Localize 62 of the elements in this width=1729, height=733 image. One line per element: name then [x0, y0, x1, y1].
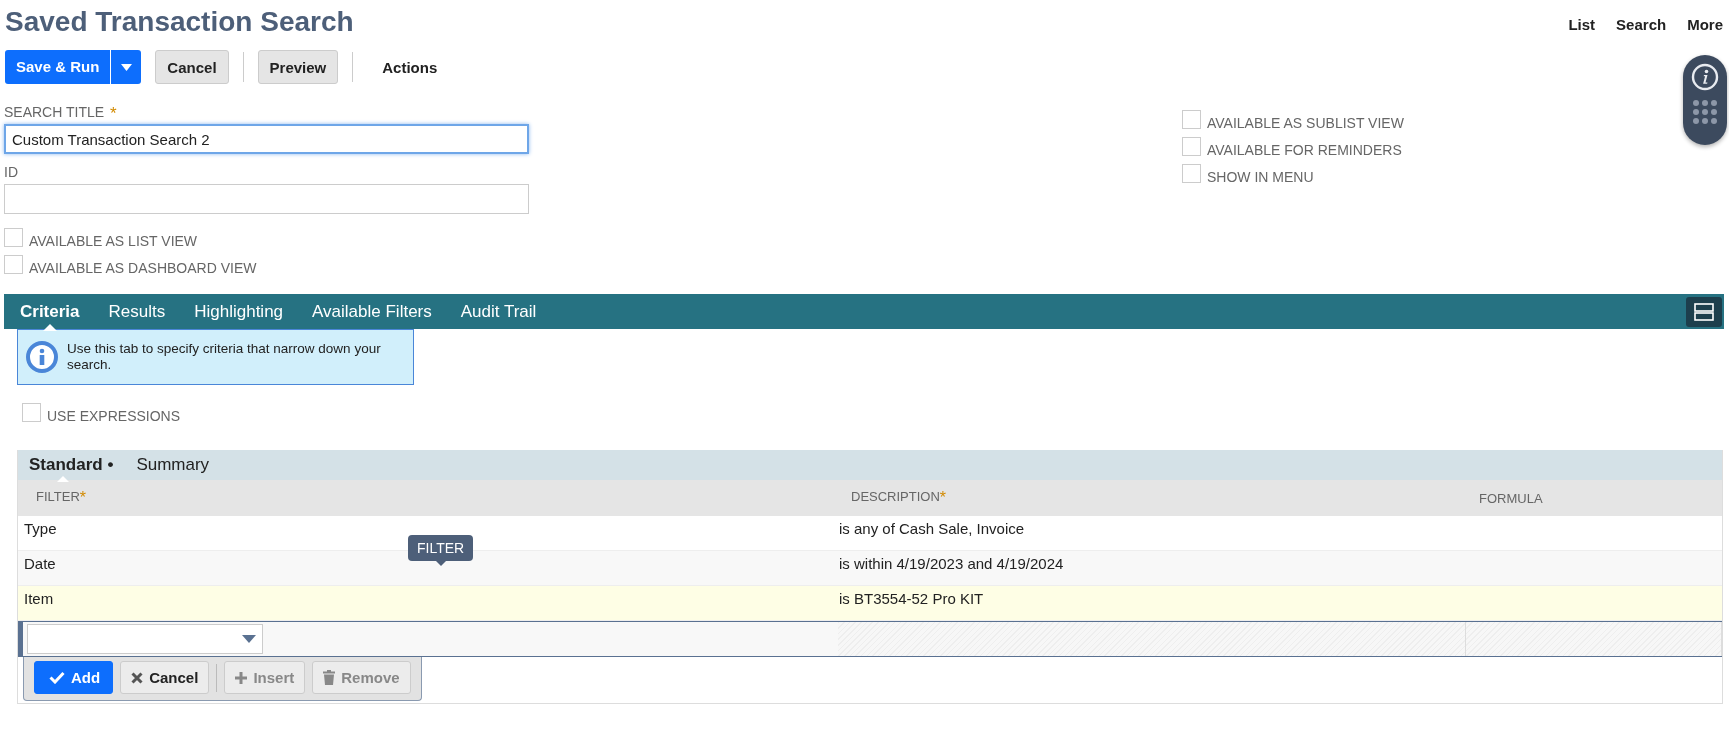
- required-mark: *: [79, 489, 87, 506]
- table-row[interactable]: Item is BT3554-52 Pro KIT: [18, 586, 1722, 621]
- caret-icon: [120, 63, 132, 71]
- tab-pointer-icon: [57, 476, 70, 482]
- required-mark: *: [939, 489, 947, 506]
- tab[interactable]: Criteria: [20, 301, 80, 322]
- nav-link[interactable]: Search: [1616, 16, 1667, 33]
- field-label: ID: [4, 164, 18, 182]
- checkbox-label: USE EXPRESSIONS: [47, 408, 181, 424]
- table-cell: Item: [24, 590, 54, 607]
- checkbox[interactable]: [1182, 137, 1201, 156]
- table-cell: Date: [24, 555, 56, 572]
- checkbox-label: AVAILABLE FOR REMINDERS: [1207, 142, 1402, 158]
- grid-dots-icon[interactable]: [1693, 100, 1717, 124]
- caret-icon: [242, 635, 256, 643]
- subtab[interactable]: Summary: [136, 455, 210, 475]
- table-cell: is within 4/19/2023 and 4/19/2024: [839, 555, 1064, 572]
- checkbox-label: AVAILABLE AS LIST VIEW: [29, 233, 198, 249]
- actions-menu[interactable]: Actions: [367, 58, 452, 76]
- table-cell: is BT3554-52 Pro KIT: [839, 590, 984, 607]
- text-field[interactable]: Custom Transaction Search 2: [4, 124, 529, 154]
- text-field[interactable]: [4, 184, 529, 214]
- check-icon: [49, 671, 65, 684]
- line-button[interactable]: Add: [34, 661, 114, 694]
- tab-pointer-icon: [43, 323, 58, 331]
- checkbox-label: SHOW IN MENU: [1207, 169, 1314, 185]
- column-header: DESCRIPTION: [851, 489, 940, 504]
- checkbox[interactable]: [1182, 164, 1201, 183]
- trash-icon: [323, 670, 336, 685]
- column-header: FILTER: [36, 489, 80, 504]
- nav-link[interactable]: List: [1568, 16, 1596, 33]
- tooltip-pointer-icon: [435, 561, 446, 566]
- tab[interactable]: Highlighting: [194, 301, 284, 322]
- nav-link[interactable]: More: [1687, 16, 1723, 33]
- tab[interactable]: Results: [108, 301, 166, 322]
- tooltip: FILTER: [408, 535, 474, 561]
- tab[interactable]: Audit Trail: [460, 301, 537, 322]
- toolbar-button[interactable]: Cancel: [155, 50, 229, 84]
- page-title: Saved Transaction Search: [5, 6, 354, 38]
- line-button[interactable]: Cancel: [120, 661, 210, 694]
- close-icon: [131, 671, 144, 684]
- subtab[interactable]: Standard •: [29, 455, 114, 475]
- table-cell: Type: [24, 520, 57, 537]
- checkbox[interactable]: [4, 228, 23, 247]
- checkbox[interactable]: [1182, 110, 1201, 129]
- checkbox[interactable]: [22, 403, 41, 422]
- checkbox-label: AVAILABLE AS DASHBOARD VIEW: [29, 260, 257, 276]
- layout-icon[interactable]: [1686, 296, 1722, 327]
- save-run-button[interactable]: Save & Run: [5, 50, 142, 84]
- plus-icon: [235, 671, 248, 684]
- checkbox-label: AVAILABLE AS SUBLIST VIEW: [1207, 115, 1404, 131]
- column-header: FORMULA: [1479, 490, 1543, 506]
- table-cell: is any of Cash Sale, Invoice: [839, 520, 1025, 537]
- toolbar-button[interactable]: Preview: [257, 50, 339, 84]
- checkbox[interactable]: [4, 255, 23, 274]
- tab[interactable]: Available Filters: [312, 301, 432, 322]
- info-icon[interactable]: [1691, 63, 1719, 91]
- field-label: SEARCH TITLE: [4, 104, 105, 122]
- required-mark: *: [110, 104, 117, 122]
- info-text: Use this tab to specify criteria that narrow down your search.: [67, 341, 382, 373]
- filter-dropdown[interactable]: [27, 624, 263, 654]
- info-icon: [26, 341, 58, 373]
